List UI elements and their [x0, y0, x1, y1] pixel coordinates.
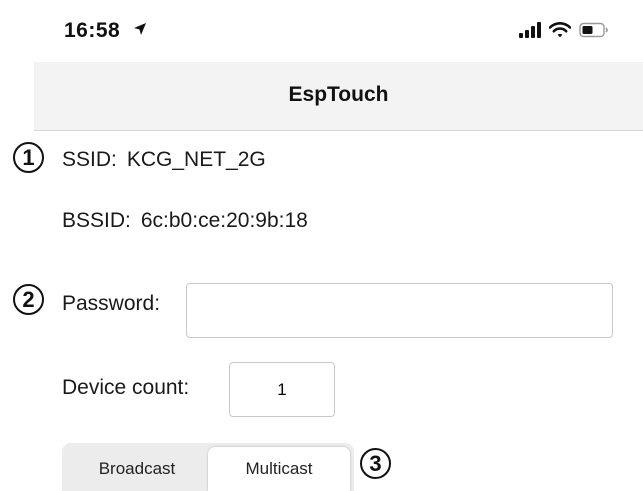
password-label: Password:	[62, 292, 161, 315]
cellular-signal-icon	[519, 22, 541, 43]
ssid-row: SSID: KCG_NET_2G	[62, 148, 266, 172]
ssid-value: KCG_NET_2G	[126, 148, 266, 171]
mode-segmented-control: Broadcast Multicast	[62, 443, 354, 491]
broadcast-segment[interactable]: Broadcast	[66, 447, 208, 491]
multicast-segment[interactable]: Multicast	[208, 447, 350, 491]
ssid-label: SSID:	[62, 148, 117, 171]
location-arrow-icon	[133, 18, 147, 42]
bssid-row: BSSID: 6c:b0:ce:20:9b:18	[62, 209, 308, 233]
annotation-marker-2: 2	[13, 284, 44, 315]
bssid-label: BSSID:	[62, 209, 131, 232]
status-icons	[519, 22, 609, 43]
annotation-marker-3: 3	[360, 448, 391, 479]
password-input[interactable]	[186, 283, 613, 338]
device-count-label: Device count:	[62, 376, 190, 399]
battery-icon	[579, 22, 609, 43]
status-time-text: 16:58	[64, 19, 121, 42]
status-time: 16:58	[64, 18, 147, 43]
annotation-marker-1: 1	[13, 142, 44, 173]
bssid-value: 6c:b0:ce:20:9b:18	[140, 209, 308, 232]
wifi-icon	[548, 22, 572, 43]
device-count-input[interactable]	[229, 362, 335, 417]
status-bar: 16:58	[0, 0, 643, 62]
navigation-bar: EspTouch	[34, 62, 643, 131]
page-title: EspTouch	[288, 83, 389, 106]
